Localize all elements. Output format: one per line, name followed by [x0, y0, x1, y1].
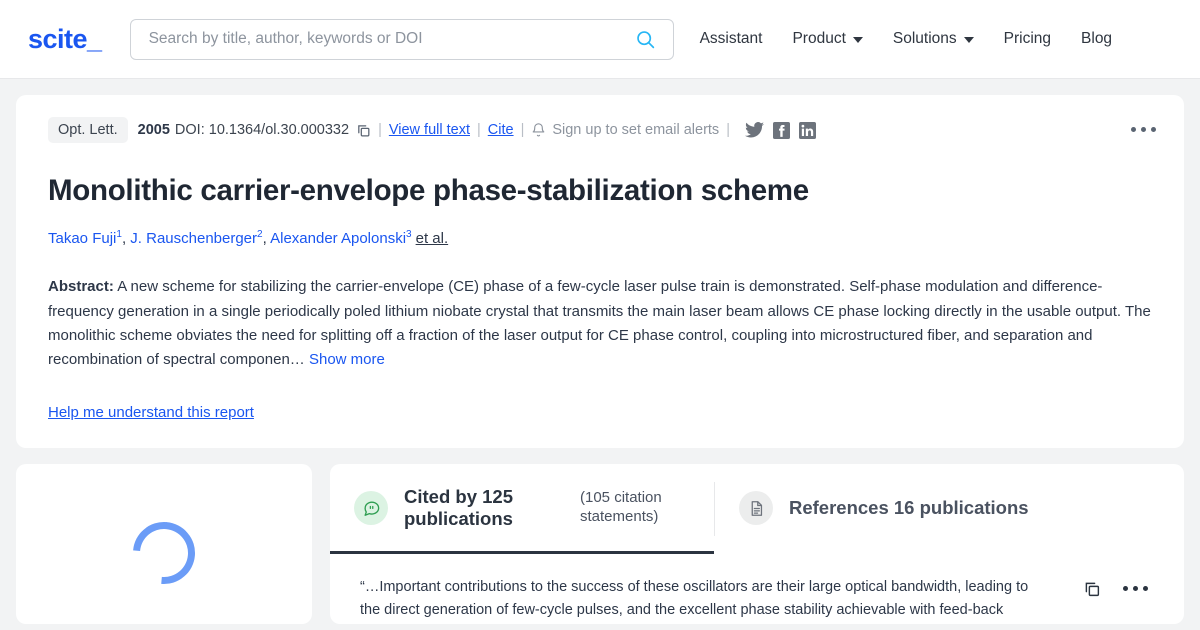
citation-statement: “…Important contributions to the success… — [360, 576, 1160, 623]
loading-spinner-icon — [120, 508, 208, 597]
et-al-link[interactable]: et al. — [416, 230, 449, 247]
chevron-down-icon — [852, 37, 863, 43]
nav-item-blog[interactable]: Blog — [1081, 30, 1112, 48]
bell-icon — [532, 123, 545, 137]
nav-label: Product — [792, 30, 846, 47]
meta-separator: | — [378, 122, 382, 138]
main-nav: Assistant Product Solutions Pricing Blog — [700, 30, 1113, 48]
citation-quote-text: “…Important contributions to the success… — [360, 578, 1029, 619]
author-link[interactable]: Alexander Apolonski3 — [270, 229, 412, 248]
social-share-group — [744, 121, 816, 139]
quote-bubble-icon — [354, 491, 388, 526]
site-header: scite_ Assistant Product Solutions Prici… — [0, 0, 1200, 79]
nav-label: Blog — [1081, 30, 1113, 47]
tab-references-label: References 16 publications — [789, 496, 1029, 518]
search-input[interactable] — [148, 30, 633, 48]
abstract-text: Abstract: A new scheme for stabilizing t… — [48, 275, 1152, 372]
scite-logo[interactable]: scite_ — [28, 24, 102, 55]
meta-separator: | — [726, 122, 730, 138]
nav-item-pricing[interactable]: Pricing — [1004, 30, 1051, 48]
author-separator: , — [262, 230, 271, 248]
nav-item-product[interactable]: Product — [792, 30, 863, 48]
cite-link[interactable]: Cite — [488, 122, 514, 138]
meta-separator: | — [520, 122, 525, 138]
paper-card: Opt. Lett. 2005 DOI: 10.1364/ol.30.00033… — [16, 95, 1184, 448]
dot — [1151, 127, 1156, 132]
twitter-icon[interactable] — [744, 122, 764, 138]
tab-cited-by-label: Cited by 125 publications — [404, 485, 513, 530]
tab-cited-by-sublabel: (105 citation statements) — [580, 489, 662, 526]
author-name: Takao Fuji — [48, 230, 117, 248]
search-bar[interactable] — [129, 18, 674, 60]
paper-more-options-button[interactable] — [1125, 121, 1162, 138]
bottom-section: Cited by 125 publications (105 citation … — [0, 463, 1200, 624]
citation-more-options-icon[interactable] — [1123, 586, 1148, 592]
dot — [1131, 127, 1136, 132]
doi-text: DOI: 10.1364/ol.30.000332 — [174, 122, 350, 138]
help-understand-report-link[interactable]: Help me understand this report — [48, 404, 254, 421]
dot — [1133, 586, 1138, 592]
show-more-link[interactable]: Show more — [309, 351, 385, 368]
abstract-label: Abstract: — [48, 278, 114, 296]
nav-label: Solutions — [892, 30, 957, 47]
citations-panel: Cited by 125 publications (105 citation … — [330, 463, 1184, 624]
dot — [1141, 127, 1146, 132]
linkedin-icon[interactable] — [798, 121, 816, 139]
search-icon[interactable] — [633, 26, 659, 52]
sidebar-card — [16, 463, 312, 624]
nav-label: Assistant — [699, 30, 763, 47]
abstract-body: A new scheme for stabilizing the carrier… — [48, 278, 1151, 369]
copy-doi-icon[interactable] — [356, 123, 371, 138]
author-name: J. Rauschenberger — [130, 230, 258, 248]
citation-actions — [1083, 580, 1148, 598]
dot — [1123, 586, 1128, 592]
email-alerts-label: Sign up to set email alerts — [552, 122, 720, 138]
nav-item-solutions[interactable]: Solutions — [893, 30, 974, 48]
tab-references[interactable]: References 16 publications — [715, 464, 1053, 554]
publication-year: 2005 — [137, 122, 170, 138]
paper-meta-row: Opt. Lett. 2005 DOI: 10.1364/ol.30.00033… — [48, 117, 1152, 143]
nav-item-assistant[interactable]: Assistant — [700, 30, 763, 48]
facebook-icon[interactable] — [772, 121, 790, 139]
author-link[interactable]: J. Rauschenberger2 — [130, 229, 262, 248]
page-title: Monolithic carrier-envelope phase-stabil… — [48, 174, 809, 207]
tab-cited-by[interactable]: Cited by 125 publications (105 citation … — [330, 464, 714, 554]
author-list: Takao Fuji1, J. Rauschenberger2, Alexand… — [48, 228, 1152, 249]
dot — [1143, 586, 1148, 592]
journal-badge: Opt. Lett. — [48, 117, 128, 143]
view-full-text-link[interactable]: View full text — [389, 122, 470, 138]
email-alerts-button[interactable]: Sign up to set email alerts — [531, 122, 719, 138]
author-affiliation: 3 — [406, 229, 412, 241]
nav-label: Pricing — [1003, 30, 1052, 47]
chevron-down-icon — [963, 37, 974, 43]
panel-tabs: Cited by 125 publications (105 citation … — [330, 464, 1184, 554]
copy-citation-icon[interactable] — [1083, 580, 1101, 598]
meta-separator: | — [476, 122, 481, 138]
author-link[interactable]: Takao Fuji1 — [48, 229, 122, 248]
author-name: Alexander Apolonski — [270, 230, 407, 248]
document-icon — [739, 491, 773, 526]
